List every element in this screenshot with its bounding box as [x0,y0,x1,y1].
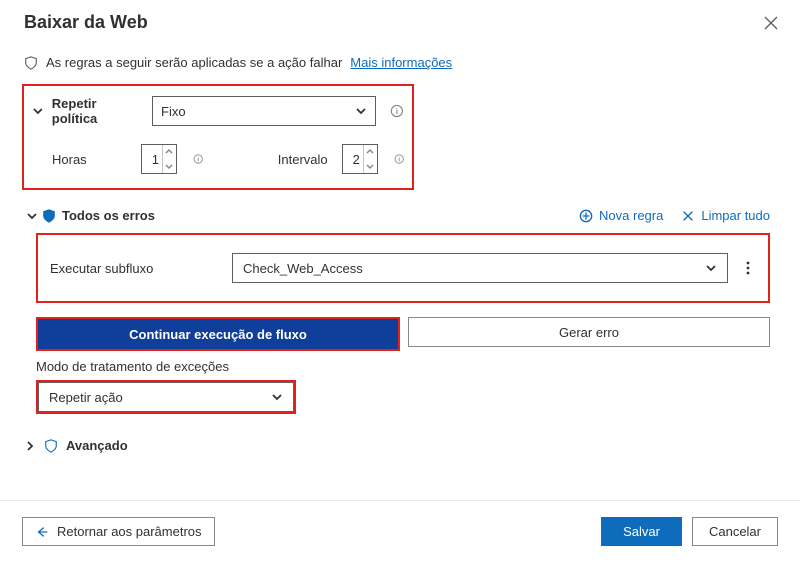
chevron-down-icon [271,391,283,403]
continue-flow-button-wrap: Continuar execução de fluxo [36,317,400,351]
interval-label: Intervalo [278,152,328,167]
chevron-down-icon[interactable] [32,105,44,117]
run-subflow-label: Executar subfluxo [50,261,220,276]
all-errors-title: Todos os erros [62,208,155,223]
new-rule-button[interactable]: Nova regra [579,208,663,223]
cancel-button[interactable]: Cancelar [692,517,778,546]
arrow-left-icon [35,525,49,539]
chevron-down-icon [355,105,367,117]
x-icon [681,209,695,223]
interval-stepper[interactable]: 2 [342,144,378,174]
back-label: Retornar aos parâmetros [57,524,202,539]
all-errors-header: Todos os erros Nova regra Limpar tudo [0,202,800,231]
exception-mode-value: Repetir ação [49,390,123,405]
retry-policy-label: Repetir política [52,96,144,126]
new-rule-label: Nova regra [599,208,663,223]
subflow-select[interactable]: Check_Web_Access [232,253,728,283]
info-icon[interactable] [193,152,203,166]
info-banner: As regras a seguir serão aplicadas se a … [0,47,800,84]
retry-policy-value: Fixo [161,104,186,119]
more-vertical-icon[interactable] [740,260,756,276]
stepper-arrows[interactable] [162,145,176,173]
shield-icon [24,56,38,70]
stepper-arrows[interactable] [363,145,377,173]
back-to-params-button[interactable]: Retornar aos parâmetros [22,517,215,546]
info-icon[interactable] [390,104,404,118]
shield-icon [42,209,56,223]
clear-all-label: Limpar tudo [701,208,770,223]
hours-label: Horas [52,152,87,167]
more-info-link[interactable]: Mais informações [350,55,452,70]
save-button[interactable]: Salvar [601,517,682,546]
clear-all-button[interactable]: Limpar tudo [681,208,770,223]
exception-mode-label: Modo de tratamento de exceções [36,359,764,374]
close-icon[interactable] [762,14,780,32]
chevron-right-icon[interactable] [24,440,36,452]
hours-stepper[interactable]: 1 [141,144,177,174]
continue-flow-button[interactable]: Continuar execução de fluxo [38,319,398,349]
plus-circle-icon [579,209,593,223]
exception-mode-select-wrap: Repetir ação [36,380,296,414]
interval-value: 2 [343,145,363,173]
advanced-label[interactable]: Avançado [66,438,128,453]
dialog-footer: Retornar aos parâmetros Salvar Cancelar [0,500,800,562]
shield-icon [44,439,58,453]
info-text: As regras a seguir serão aplicadas se a … [46,55,342,70]
dialog-title: Baixar da Web [24,12,148,33]
hours-value: 1 [142,145,162,173]
retry-policy-select[interactable]: Fixo [152,96,376,126]
chevron-down-icon [705,262,717,274]
exception-mode-select[interactable]: Repetir ação [38,382,294,412]
info-icon[interactable] [394,152,404,166]
throw-error-button[interactable]: Gerar erro [408,317,770,347]
subflow-value: Check_Web_Access [243,261,363,276]
run-subflow-row: Executar subfluxo Check_Web_Access [36,233,770,303]
chevron-down-icon[interactable] [26,210,38,222]
retry-policy-section: Repetir política Fixo Horas 1 Intervalo … [22,84,414,190]
